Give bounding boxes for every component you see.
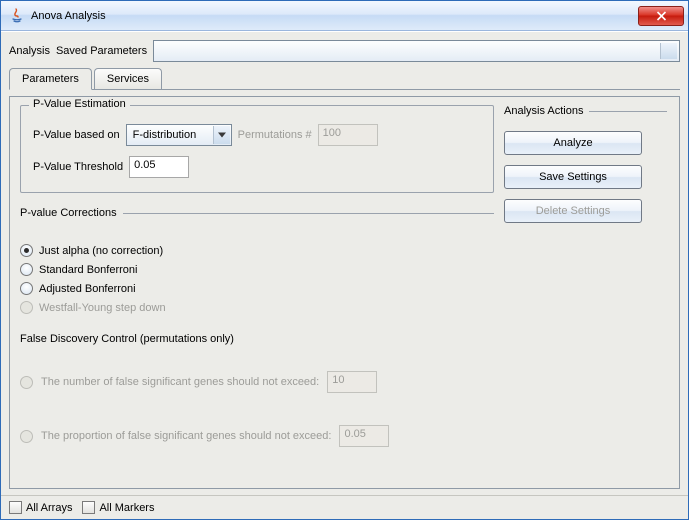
actions-title: Analysis Actions	[504, 105, 667, 117]
save-settings-button[interactable]: Save Settings	[504, 165, 642, 189]
radio-westfall-young-label: Westfall-Young step down	[39, 302, 166, 314]
top-toolbar: Analysis Saved Parameters	[1, 32, 688, 66]
tab-services[interactable]: Services	[94, 68, 162, 89]
close-button[interactable]	[638, 6, 684, 26]
radio-fdc-number	[20, 376, 33, 389]
all-arrays-checkbox[interactable]	[9, 501, 22, 514]
radio-adjusted-bonferroni[interactable]	[20, 282, 33, 295]
fdc-number-field: 10	[327, 371, 377, 393]
fdc-number-label: The number of false significant genes sh…	[41, 376, 319, 388]
radio-standard-bonferroni[interactable]	[20, 263, 33, 276]
fdc-proportion-label: The proportion of false significant gene…	[41, 430, 331, 442]
fdc-title: False Discovery Control (permutations on…	[20, 333, 494, 345]
radio-fdc-proportion	[20, 430, 33, 443]
analyze-button[interactable]: Analyze	[504, 131, 642, 155]
pvalue-based-label: P-Value based on	[33, 129, 120, 141]
chevron-down-icon	[218, 133, 226, 138]
permutations-field: 100	[318, 124, 378, 146]
pvalue-threshold-label: P-Value Threshold	[33, 161, 123, 173]
all-arrays-label: All Arrays	[26, 502, 72, 514]
radio-standard-bonferroni-label: Standard Bonferroni	[39, 264, 137, 276]
footer: All Arrays All Markers	[1, 495, 688, 519]
radio-just-alpha[interactable]	[20, 244, 33, 257]
window-title: Anova Analysis	[31, 10, 638, 22]
java-icon	[9, 8, 25, 24]
chevron-down-icon	[665, 49, 673, 54]
saved-params-label: Saved Parameters	[56, 45, 147, 57]
tab-row: Parameters Services	[1, 68, 688, 89]
client-area: Analysis Saved Parameters Parameters Ser…	[1, 31, 688, 519]
radio-westfall-young	[20, 301, 33, 314]
parameters-panel: P-Value Estimation P-Value based on F-di…	[9, 96, 680, 489]
pvalue-threshold-field[interactable]: 0.05	[129, 156, 189, 178]
delete-settings-button[interactable]: Delete Settings	[504, 199, 642, 223]
radio-adjusted-bonferroni-label: Adjusted Bonferroni	[39, 283, 136, 295]
all-markers-label: All Markers	[99, 502, 154, 514]
pvalue-based-combobox[interactable]: F-distribution	[126, 124, 232, 146]
pvalue-based-value: F-distribution	[133, 129, 197, 141]
all-markers-checkbox[interactable]	[82, 501, 95, 514]
pvalue-group-title: P-Value Estimation	[29, 98, 130, 110]
pvalue-estimation-group: P-Value Estimation P-Value based on F-di…	[20, 105, 494, 193]
title-bar: Anova Analysis	[1, 1, 688, 31]
anova-window: Anova Analysis Analysis Saved Parameters…	[0, 0, 689, 520]
analysis-menu[interactable]: Analysis	[9, 45, 50, 57]
fdc-proportion-field: 0.05	[339, 425, 389, 447]
tab-parameters[interactable]: Parameters	[9, 68, 92, 90]
saved-params-combobox[interactable]	[153, 40, 680, 62]
corrections-title: P-value Corrections	[20, 207, 494, 219]
radio-just-alpha-label: Just alpha (no correction)	[39, 245, 163, 257]
permutations-label: Permutations #	[238, 129, 312, 141]
